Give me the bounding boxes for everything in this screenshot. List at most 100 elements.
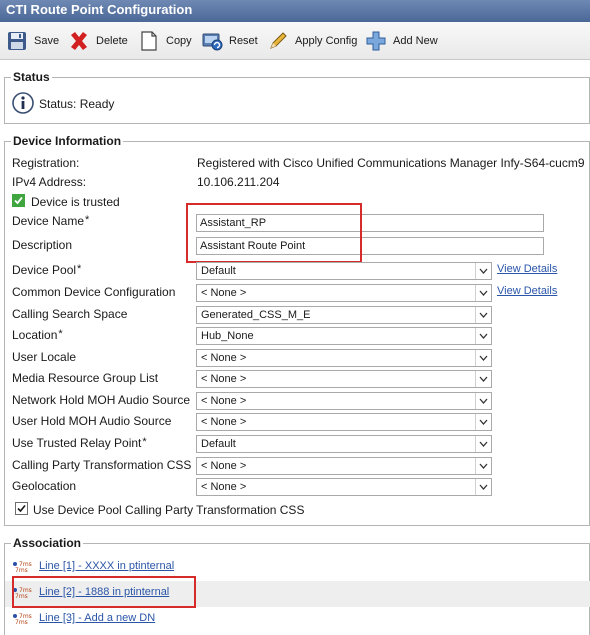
device-name-label: Device Name* xyxy=(12,214,89,228)
view-details-link[interactable]: View Details xyxy=(497,263,557,275)
select-field[interactable]: Default xyxy=(196,435,492,453)
line-row[interactable]: 7ms 7ms Line [2] - 1888 in ptinternal xyxy=(12,583,169,601)
chevron-down-icon[interactable] xyxy=(475,350,491,366)
view-details-link[interactable]: View Details xyxy=(497,285,557,297)
chevron-down-icon[interactable] xyxy=(475,436,491,452)
reset-button[interactable]: Reset xyxy=(201,28,258,54)
select-value: < None > xyxy=(201,481,247,493)
field-label: Common Device Configuration xyxy=(12,285,176,299)
select-field[interactable]: Generated_CSS_M_E xyxy=(196,306,492,324)
description-label: Description xyxy=(12,238,73,252)
field-label-text: Location xyxy=(12,328,58,342)
select-field[interactable]: < None > xyxy=(196,349,492,367)
field-label: Location* xyxy=(12,328,63,342)
line-row[interactable]: 7ms 7ms Line [3] - Add a new DN xyxy=(12,609,155,627)
plus-icon xyxy=(366,31,386,51)
select-field[interactable]: < None > xyxy=(196,413,492,431)
device-trusted-label: Device is trusted xyxy=(31,195,120,209)
pencil-icon xyxy=(270,32,287,49)
toolbar: Save Delete Copy Reset Apply Config Add … xyxy=(0,22,590,60)
add-new-label: Add New xyxy=(393,35,438,47)
device-name-label-text: Device Name xyxy=(12,214,85,228)
field-label: Calling Party Transformation CSS xyxy=(12,458,192,472)
field-label: Use Trusted Relay Point* xyxy=(12,436,147,450)
select-field[interactable]: Hub_None xyxy=(196,327,492,345)
select-value: Hub_None xyxy=(201,330,254,342)
save-button[interactable]: Save xyxy=(6,28,59,54)
status-legend: Status xyxy=(13,70,50,84)
select-value: < None > xyxy=(201,373,247,385)
chevron-down-icon[interactable] xyxy=(475,393,491,409)
field-label: Geolocation xyxy=(12,479,77,493)
status-text: Status: Ready xyxy=(39,97,115,111)
select-value: Default xyxy=(201,438,236,450)
delete-button[interactable]: Delete xyxy=(68,28,128,54)
field-label-text: Geolocation xyxy=(12,479,77,493)
device-name-input[interactable]: Assistant_RP xyxy=(196,214,544,232)
field-label: Calling Search Space xyxy=(12,307,128,321)
line-row[interactable]: 7ms 7ms Line [1] - XXXX in ptinternal xyxy=(12,557,174,575)
window-title: CTI Route Point Configuration xyxy=(0,0,590,22)
required-marker: * xyxy=(142,436,147,448)
line-link[interactable]: Line [1] - XXXX in ptinternal xyxy=(39,560,174,572)
line-link[interactable]: Line [2] - 1888 in ptinternal xyxy=(39,586,169,598)
field-label-text: Calling Search Space xyxy=(12,307,128,321)
svg-text:7ms: 7ms xyxy=(15,593,28,598)
required-marker: * xyxy=(77,263,82,275)
delete-label: Delete xyxy=(96,35,128,47)
field-label-text: Media Resource Group List xyxy=(12,371,159,385)
select-field[interactable]: < None > xyxy=(196,370,492,388)
apply-config-label: Apply Config xyxy=(295,35,358,47)
chevron-down-icon[interactable] xyxy=(475,479,491,495)
chevron-down-icon[interactable] xyxy=(475,285,491,301)
reset-label: Reset xyxy=(229,35,258,47)
select-value: < None > xyxy=(201,287,247,299)
select-value: < None > xyxy=(201,352,247,364)
select-field[interactable]: < None > xyxy=(196,478,492,496)
field-label-text: Common Device Configuration xyxy=(12,285,176,299)
field-label-text: Network Hold MOH Audio Source xyxy=(12,393,191,407)
chevron-down-icon[interactable] xyxy=(475,263,491,279)
document-copy-icon xyxy=(141,31,157,51)
floppy-disk-icon xyxy=(8,32,26,50)
line-phone-icon: 7ms 7ms xyxy=(13,587,32,598)
select-value: Default xyxy=(201,265,236,277)
line-phone-icon: 7ms 7ms xyxy=(13,613,32,624)
required-marker: * xyxy=(58,328,63,340)
required-marker: * xyxy=(85,214,90,226)
apply-config-button[interactable]: Apply Config xyxy=(267,28,357,54)
select-value: Generated_CSS_M_E xyxy=(201,309,311,321)
select-field[interactable]: < None > xyxy=(196,457,492,475)
red-x-icon xyxy=(71,32,87,50)
select-field[interactable]: < None > xyxy=(196,284,492,302)
select-value: < None > xyxy=(201,395,247,407)
copy-label: Copy xyxy=(166,35,192,47)
field-label: Network Hold MOH Audio Source xyxy=(12,393,191,407)
field-label: User Locale xyxy=(12,350,77,364)
field-label-text: User Hold MOH Audio Source xyxy=(12,414,172,428)
device-trusted-checkbox xyxy=(12,194,25,207)
description-input[interactable]: Assistant Route Point xyxy=(196,237,544,255)
svg-text:7ms: 7ms xyxy=(15,567,28,572)
copy-button[interactable]: Copy xyxy=(138,28,192,54)
select-field[interactable]: < None > xyxy=(196,392,492,410)
field-label-text: User Locale xyxy=(12,350,77,364)
select-value: < None > xyxy=(201,416,247,428)
field-label-text: Device Pool xyxy=(12,263,77,277)
field-label-text: Use Trusted Relay Point xyxy=(12,436,142,450)
chevron-down-icon[interactable] xyxy=(475,458,491,474)
field-label-text: Calling Party Transformation CSS xyxy=(12,458,192,472)
chevron-down-icon[interactable] xyxy=(475,328,491,344)
chevron-down-icon[interactable] xyxy=(475,414,491,430)
chevron-down-icon[interactable] xyxy=(475,371,491,387)
device-information-legend: Device Information xyxy=(13,134,122,148)
ipv4-address-label: IPv4 Address: xyxy=(12,175,87,189)
select-field[interactable]: Default xyxy=(196,262,492,280)
field-label: User Hold MOH Audio Source xyxy=(12,414,172,428)
chevron-down-icon[interactable] xyxy=(475,307,491,323)
info-icon xyxy=(12,92,34,114)
line-link[interactable]: Line [3] - Add a new DN xyxy=(39,612,155,624)
add-new-button[interactable]: Add New xyxy=(365,28,438,54)
use-pool-cpt-checkbox[interactable] xyxy=(15,502,28,515)
registration-label: Registration: xyxy=(12,156,80,170)
